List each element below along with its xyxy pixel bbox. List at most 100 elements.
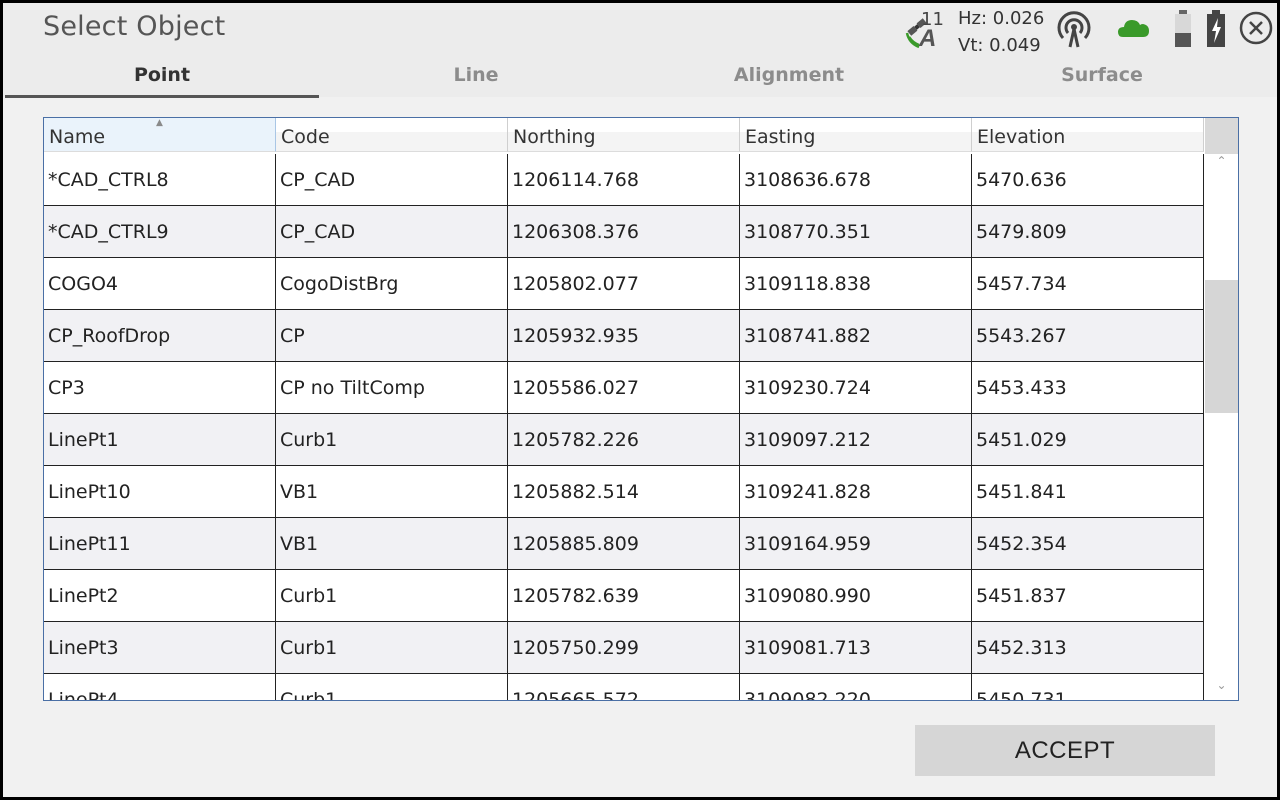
cell-code: CP_CAD <box>276 206 508 257</box>
cell-elevation: 5451.841 <box>972 466 1204 517</box>
vertical-scrollbar[interactable]: ⌃ ⌄ <box>1205 118 1238 700</box>
cell-code: CP <box>276 310 508 361</box>
object-type-tabs: Point Line Alignment Surface <box>3 59 1277 98</box>
cell-code: CogoDistBrg <box>276 258 508 309</box>
battery-charging-icon[interactable] <box>1205 9 1227 49</box>
satellite-letter: A <box>919 25 937 52</box>
table-row[interactable]: LinePt1 Curb1 1205782.226 3109097.212 5451.0… <box>44 414 1204 466</box>
precision-readout: Hz: 0.026 Vt: 0.049 <box>958 5 1044 59</box>
table-row[interactable]: LinePt10 VB1 1205882.514 3109241.828 5451.84… <box>44 466 1204 518</box>
cell-code: Curb1 <box>276 674 508 700</box>
accept-button[interactable]: ACCEPT <box>915 725 1215 776</box>
cell-code: CP_CAD <box>276 154 508 205</box>
cell-code: Curb1 <box>276 414 508 465</box>
cell-code: CP no TiltComp <box>276 362 508 413</box>
select-object-window: Select Object 11 A Hz: 0.026 Vt: 0.049 P… <box>3 3 1277 797</box>
cell-name: *CAD_CTRL8 <box>44 154 276 205</box>
table-row[interactable]: LinePt4 Curb1 1205665.572 3109082.220 5450.7… <box>44 674 1204 700</box>
radio-signal-icon[interactable] <box>1055 11 1093 49</box>
cell-elevation: 5543.267 <box>972 310 1204 361</box>
cell-easting: 3109080.990 <box>740 570 972 621</box>
cell-name: CP_RoofDrop <box>44 310 276 361</box>
table-row[interactable]: *CAD_CTRL8 CP_CAD 1206114.768 3108636.678 54… <box>44 154 1204 206</box>
cell-code: Curb1 <box>276 622 508 673</box>
scroll-down-icon[interactable]: ⌄ <box>1205 678 1238 698</box>
tab-line[interactable]: Line <box>319 59 633 95</box>
cell-elevation: 5457.734 <box>972 258 1204 309</box>
cell-elevation: 5451.837 <box>972 570 1204 621</box>
scrollbar-header-corner <box>1205 118 1238 154</box>
column-header-code[interactable]: Code <box>276 118 508 152</box>
column-header-northing[interactable]: Northing <box>508 118 740 152</box>
cell-elevation: 5450.731 <box>972 674 1204 700</box>
cell-easting: 3109230.724 <box>740 362 972 413</box>
cell-easting: 3109081.713 <box>740 622 972 673</box>
cell-code: Curb1 <box>276 570 508 621</box>
cell-northing: 1205586.027 <box>508 362 740 413</box>
cell-northing: 1205665.572 <box>508 674 740 700</box>
satellite-status[interactable]: 11 A <box>901 9 961 52</box>
table-row[interactable]: LinePt2 Curb1 1205782.639 3109080.990 5451.8… <box>44 570 1204 622</box>
cell-code: VB1 <box>276 466 508 517</box>
cell-northing: 1205782.226 <box>508 414 740 465</box>
table-header: ▲ Name Code Northing Easting Elevation <box>44 118 1204 154</box>
cell-easting: 3109097.212 <box>740 414 972 465</box>
cell-name: LinePt11 <box>44 518 276 569</box>
table-row[interactable]: COGO4 CogoDistBrg 1205802.077 3109118.838 54… <box>44 258 1204 310</box>
table-row[interactable]: *CAD_CTRL9 CP_CAD 1206308.376 3108770.351 54… <box>44 206 1204 258</box>
cell-elevation: 5479.809 <box>972 206 1204 257</box>
sort-ascending-icon: ▲ <box>156 118 163 128</box>
cell-name: CP3 <box>44 362 276 413</box>
cell-northing: 1205782.639 <box>508 570 740 621</box>
column-header-elevation[interactable]: Elevation <box>972 118 1204 152</box>
cell-northing: 1206308.376 <box>508 206 740 257</box>
scroll-up-icon[interactable]: ⌃ <box>1205 154 1238 174</box>
table-body: *CAD_CTRL8 CP_CAD 1206114.768 3108636.678 54… <box>44 154 1204 700</box>
table-row[interactable]: CP3 CP no TiltComp 1205586.027 3109230.724 5… <box>44 362 1204 414</box>
close-icon[interactable] <box>1239 11 1273 45</box>
cell-easting: 3109241.828 <box>740 466 972 517</box>
cell-name: LinePt3 <box>44 622 276 673</box>
tab-point[interactable]: Point <box>5 59 319 98</box>
cell-northing: 1205882.514 <box>508 466 740 517</box>
cell-name: LinePt2 <box>44 570 276 621</box>
hz-precision: Hz: 0.026 <box>958 8 1045 29</box>
column-header-easting[interactable]: Easting <box>740 118 972 152</box>
cell-elevation: 5452.313 <box>972 622 1204 673</box>
cell-name: COGO4 <box>44 258 276 309</box>
tab-alignment[interactable]: Alignment <box>632 59 946 95</box>
cell-code: VB1 <box>276 518 508 569</box>
cell-easting: 3109164.959 <box>740 518 972 569</box>
table-row[interactable]: CP_RoofDrop CP 1205932.935 3108741.882 5543.… <box>44 310 1204 362</box>
page-title: Select Object <box>43 11 226 42</box>
cell-northing: 1205885.809 <box>508 518 740 569</box>
cell-easting: 3108770.351 <box>740 206 972 257</box>
column-label: Name <box>49 126 106 148</box>
cloud-icon[interactable] <box>1117 15 1151 41</box>
cell-elevation: 5452.354 <box>972 518 1204 569</box>
cell-northing: 1206114.768 <box>508 154 740 205</box>
cell-northing: 1205802.077 <box>508 258 740 309</box>
cell-easting: 3108636.678 <box>740 154 972 205</box>
cell-elevation: 5451.029 <box>972 414 1204 465</box>
tab-surface[interactable]: Surface <box>945 59 1259 95</box>
cell-name: LinePt1 <box>44 414 276 465</box>
scroll-thumb[interactable] <box>1205 280 1238 413</box>
header: Select Object 11 A Hz: 0.026 Vt: 0.049 P… <box>3 3 1277 98</box>
column-header-name[interactable]: ▲ Name <box>44 118 276 152</box>
table-row[interactable]: LinePt3 Curb1 1205750.299 3109081.713 5452.3… <box>44 622 1204 674</box>
cell-name: LinePt4 <box>44 674 276 700</box>
cell-name: LinePt10 <box>44 466 276 517</box>
vt-precision: Vt: 0.049 <box>958 35 1041 56</box>
cell-easting: 3109118.838 <box>740 258 972 309</box>
cell-elevation: 5453.433 <box>972 362 1204 413</box>
battery-icon[interactable] <box>1173 9 1193 49</box>
cell-easting: 3108741.882 <box>740 310 972 361</box>
cell-northing: 1205932.935 <box>508 310 740 361</box>
cell-northing: 1205750.299 <box>508 622 740 673</box>
cell-easting: 3109082.220 <box>740 674 972 700</box>
cell-elevation: 5470.636 <box>972 154 1204 205</box>
points-table: ▲ Name Code Northing Easting Elevation *… <box>43 117 1239 701</box>
table-row[interactable]: LinePt11 VB1 1205885.809 3109164.959 5452.35… <box>44 518 1204 570</box>
cell-name: *CAD_CTRL9 <box>44 206 276 257</box>
